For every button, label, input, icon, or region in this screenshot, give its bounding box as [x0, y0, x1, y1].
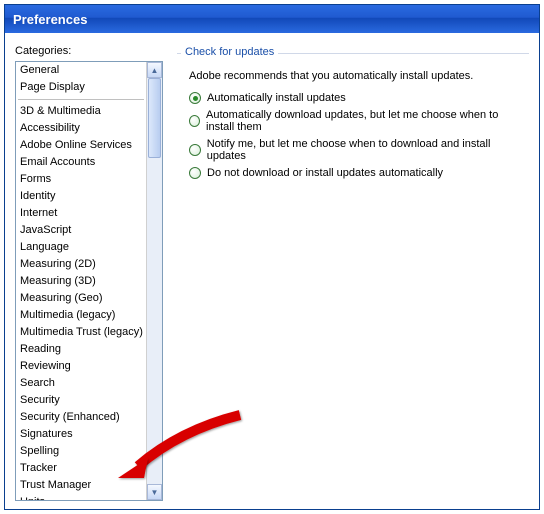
radio-option[interactable]: Automatically download updates, but let … [189, 109, 523, 133]
list-divider [18, 99, 144, 100]
list-item[interactable]: Units [16, 494, 146, 500]
categories-list: GeneralPage Display 3D & MultimediaAccess… [16, 62, 146, 500]
updates-description: Adobe recommends that you automatically … [189, 70, 523, 82]
list-item[interactable]: Security (Enhanced) [16, 409, 146, 426]
list-item[interactable]: Internet [16, 205, 146, 222]
radio-label: Notify me, but let me choose when to dow… [207, 138, 523, 162]
list-item[interactable]: Tracker [16, 460, 146, 477]
list-item[interactable]: Adobe Online Services [16, 137, 146, 154]
radio-icon[interactable] [189, 92, 201, 104]
radio-label: Automatically install updates [207, 92, 346, 104]
list-item[interactable]: Language [16, 239, 146, 256]
scroll-up-button[interactable]: ▲ [147, 62, 162, 78]
settings-panel: Check for updates Adobe recommends that … [177, 45, 529, 497]
list-item[interactable]: Identity [16, 188, 146, 205]
list-item[interactable]: Search [16, 375, 146, 392]
scroll-track[interactable] [147, 78, 162, 484]
list-item[interactable]: Spelling [16, 443, 146, 460]
list-item[interactable]: 3D & Multimedia [16, 103, 146, 120]
list-item[interactable]: Multimedia (legacy) [16, 307, 146, 324]
scrollbar[interactable]: ▲ ▼ [146, 62, 162, 500]
list-item[interactable]: Reviewing [16, 358, 146, 375]
list-item[interactable]: Security [16, 392, 146, 409]
categories-panel: Categories: GeneralPage Display 3D & Mult… [15, 45, 163, 497]
categories-listbox[interactable]: GeneralPage Display 3D & MultimediaAccess… [15, 61, 163, 501]
radio-icon[interactable] [189, 167, 201, 179]
list-item[interactable]: JavaScript [16, 222, 146, 239]
radio-icon[interactable] [189, 115, 200, 127]
group-title: Check for updates [181, 46, 278, 58]
radio-group: Automatically install updates Automatical… [185, 92, 523, 179]
radio-option[interactable]: Notify me, but let me choose when to dow… [189, 138, 523, 162]
list-item[interactable]: Accessibility [16, 120, 146, 137]
list-item[interactable]: Measuring (Geo) [16, 290, 146, 307]
titlebar: Preferences [5, 5, 539, 33]
list-item[interactable]: General [16, 62, 146, 79]
radio-option[interactable]: Do not download or install updates autom… [189, 167, 523, 179]
list-item[interactable]: Page Display [16, 79, 146, 96]
preferences-window: Preferences Categories: GeneralPage Disp… [4, 4, 540, 510]
list-item[interactable]: Multimedia Trust (legacy) [16, 324, 146, 341]
radio-icon[interactable] [189, 144, 201, 156]
window-title: Preferences [13, 12, 87, 27]
radio-option[interactable]: Automatically install updates [189, 92, 523, 104]
categories-label: Categories: [15, 45, 163, 57]
list-item[interactable]: Measuring (3D) [16, 273, 146, 290]
list-item[interactable]: Measuring (2D) [16, 256, 146, 273]
updates-group: Check for updates Adobe recommends that … [177, 53, 529, 190]
radio-label: Do not download or install updates autom… [207, 167, 443, 179]
radio-label: Automatically download updates, but let … [206, 109, 523, 133]
scroll-down-button[interactable]: ▼ [147, 484, 162, 500]
list-item[interactable]: Reading [16, 341, 146, 358]
list-item[interactable]: Signatures [16, 426, 146, 443]
list-item[interactable]: Email Accounts [16, 154, 146, 171]
list-item[interactable]: Trust Manager [16, 477, 146, 494]
scroll-thumb[interactable] [148, 78, 161, 158]
list-item[interactable]: Forms [16, 171, 146, 188]
content-area: Categories: GeneralPage Display 3D & Mult… [5, 33, 539, 509]
